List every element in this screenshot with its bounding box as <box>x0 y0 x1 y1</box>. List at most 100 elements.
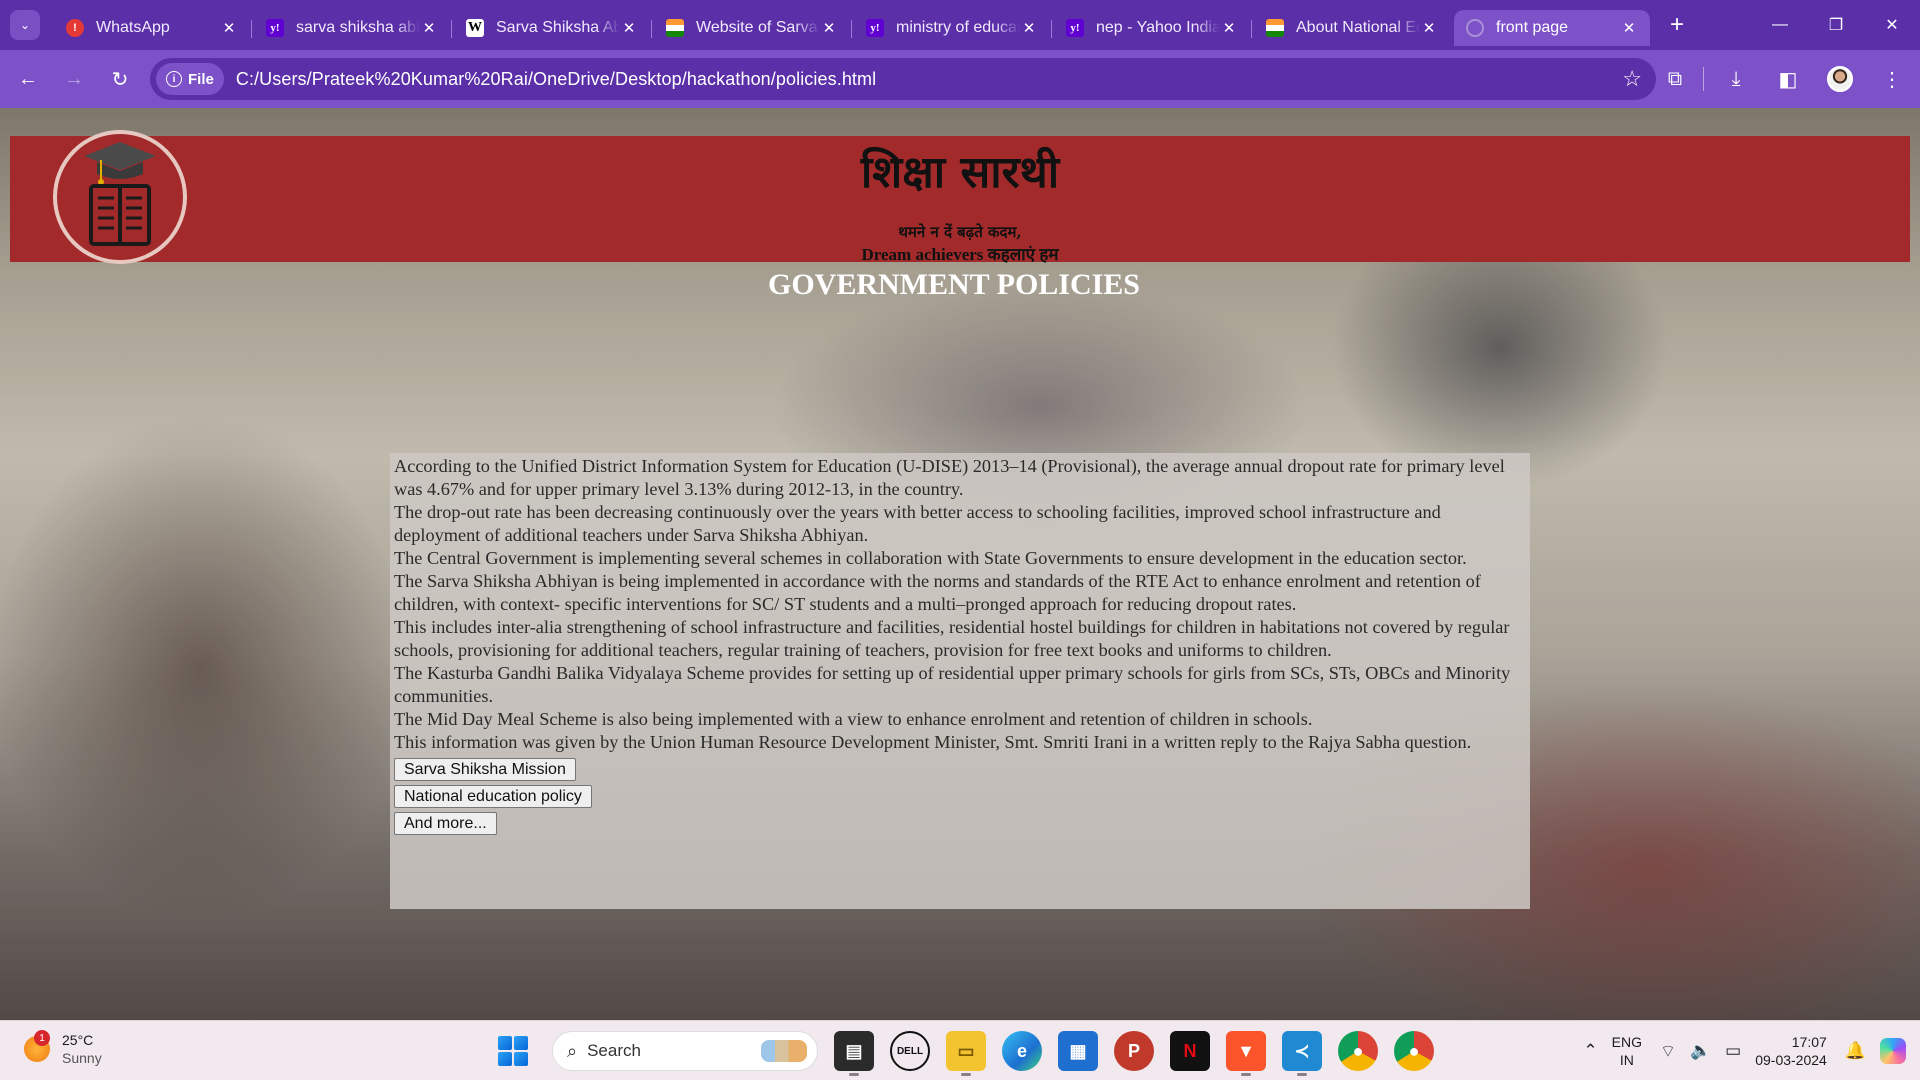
close-icon[interactable]: ✕ <box>820 19 838 37</box>
page-title: GOVERNMENT POLICIES <box>767 268 1140 301</box>
volume-icon[interactable]: 🔈 <box>1690 1041 1711 1061</box>
notification-bell-icon[interactable]: 🔔 <box>1845 1041 1866 1061</box>
close-icon[interactable]: ✕ <box>1620 19 1638 37</box>
netflix-icon[interactable]: N <box>1170 1031 1210 1071</box>
site-info-chip[interactable]: i File <box>156 63 224 95</box>
tab-whatsapp[interactable]: ! WhatsApp ✕ <box>54 10 250 46</box>
tab-title: Website of Sarva Shiksha <box>696 19 820 36</box>
tab-bar: ⌄ ! WhatsApp ✕ y! sarva shiksha abhiyan … <box>0 0 1920 50</box>
tab-title: ministry of education - Yahoo <box>896 19 1020 36</box>
tab-about-national[interactable]: About National Education ✕ <box>1251 10 1450 46</box>
policy-paragraph: The Sarva Shiksha Abhiyan is being imple… <box>394 571 1481 614</box>
language-indicator[interactable]: ENG IN <box>1612 1033 1642 1069</box>
yahoo-icon: y! <box>866 19 884 37</box>
wifi-icon[interactable]: ⌔ <box>1660 1041 1676 1062</box>
windows-start-icon[interactable] <box>498 1036 528 1066</box>
menu-kebab-icon[interactable]: ⋮ <box>1872 59 1912 99</box>
toolbar-right: ⧉ ⤓ ◧ ⋮ <box>1643 59 1912 99</box>
back-icon[interactable]: ← <box>8 59 48 99</box>
battery-icon[interactable]: ▭ <box>1725 1041 1741 1061</box>
taskbar-search[interactable]: ⌕ Search <box>552 1031 818 1071</box>
search-highlight-icon <box>761 1040 807 1062</box>
forward-icon[interactable]: → <box>54 59 94 99</box>
weather-temp: 25°C <box>62 1032 94 1048</box>
tab-front-page[interactable]: front page ✕ <box>1454 10 1650 46</box>
chrome-icon[interactable]: ● <box>1338 1031 1378 1071</box>
system-tray: ⌃ ENG IN ⌔ 🔈 ▭ 17:07 09-03-2024 🔔 <box>1583 1021 1920 1080</box>
clock[interactable]: 17:07 09-03-2024 <box>1755 1033 1827 1069</box>
policies-content-box: According to the Unified District Inform… <box>390 453 1530 909</box>
windows-taskbar: 1 25°C Sunny ⌕ Search ▤ DELL ▭ e ▦ P N ▼… <box>0 1020 1920 1080</box>
url-text[interactable]: C:/Users/Prateek%20Kumar%20Rai/OneDrive/… <box>236 69 876 90</box>
policy-paragraph: This information was given by the Union … <box>394 732 1472 752</box>
search-placeholder: Search <box>587 1041 641 1060</box>
file-explorer-icon[interactable]: ▭ <box>946 1031 986 1076</box>
extensions-icon[interactable]: ⧉ <box>1655 59 1695 99</box>
window-controls: — ❐ ✕ <box>1752 0 1920 50</box>
tab-title: nep - Yahoo India Search <box>1096 19 1220 36</box>
copilot-icon[interactable] <box>1880 1038 1906 1064</box>
task-view-icon[interactable]: ▤ <box>834 1031 874 1076</box>
tab-title: Sarva Shiksha Abhiyan - Wikipedia <box>496 19 620 36</box>
policy-paragraph: According to the Unified District Inform… <box>394 456 1505 499</box>
powerpoint-icon[interactable]: P <box>1114 1031 1154 1071</box>
address-bar[interactable]: i File C:/Users/Prateek%20Kumar%20Rai/On… <box>150 58 1656 100</box>
tab-title: About National Education <box>1296 19 1420 36</box>
tab-search-button[interactable]: ⌄ <box>10 10 40 40</box>
close-icon[interactable]: ✕ <box>1220 19 1238 37</box>
clock-time: 17:07 <box>1791 1034 1827 1050</box>
wikipedia-icon: W <box>466 19 484 37</box>
tab-title: sarva shiksha abhiyan - Yahoo <box>296 19 420 36</box>
close-icon[interactable]: ✕ <box>420 19 438 37</box>
notification-badge: 1 <box>34 1030 50 1046</box>
yahoo-icon: y! <box>266 19 284 37</box>
weather-text: 25°C Sunny <box>62 1031 102 1067</box>
close-icon[interactable]: ✕ <box>1020 19 1038 37</box>
download-icon[interactable]: ⤓ <box>1716 59 1756 99</box>
tagline-line1: थमने न दें बढ़ते कदम, <box>898 223 1022 241</box>
policy-paragraph: The drop-out rate has been decreasing co… <box>394 502 1441 545</box>
edge-icon[interactable]: e <box>1002 1031 1042 1071</box>
policy-paragraph: The Mid Day Meal Scheme is also being im… <box>394 709 1313 729</box>
side-panel-icon[interactable]: ◧ <box>1768 59 1808 99</box>
profile-avatar[interactable] <box>1820 59 1860 99</box>
search-icon: ⌕ <box>567 1040 578 1061</box>
clock-date: 09-03-2024 <box>1755 1052 1827 1068</box>
tagline-line2: Dream achievers कहलाएं हम <box>861 245 1059 264</box>
info-icon: i <box>166 71 182 87</box>
tab-website-sarva[interactable]: Website of Sarva Shiksha ✕ <box>651 10 850 46</box>
yahoo-icon: y! <box>1066 19 1084 37</box>
weather-widget[interactable]: 1 25°C Sunny <box>24 1030 102 1067</box>
brave-icon[interactable]: ▼ <box>1226 1031 1266 1076</box>
dell-icon[interactable]: DELL <box>890 1031 930 1071</box>
reload-icon[interactable]: ↻ <box>100 59 140 99</box>
taskbar-apps: ⌕ Search ▤ DELL ▭ e ▦ P N ▼ ≺ ● ● <box>498 1031 1434 1076</box>
restore-icon[interactable]: ❐ <box>1808 0 1864 50</box>
policy-paragraph: The Central Government is implementing s… <box>394 548 1467 568</box>
close-icon[interactable]: ✕ <box>1420 19 1438 37</box>
microsoft-store-icon[interactable]: ▦ <box>1058 1031 1098 1071</box>
vscode-icon[interactable]: ≺ <box>1282 1031 1322 1076</box>
tab-yahoo-nep[interactable]: y! nep - Yahoo India Search ✕ <box>1051 10 1250 46</box>
site-title: शिक्षा सारथी <box>860 147 1060 198</box>
close-icon[interactable]: ✕ <box>620 19 638 37</box>
chevron-up-icon[interactable]: ⌃ <box>1583 1041 1597 1061</box>
sarva-shiksha-mission-button[interactable]: Sarva Shiksha Mission <box>394 758 576 781</box>
policy-paragraph: This includes inter-alia strengthening o… <box>394 617 1510 660</box>
tab-wikipedia[interactable]: W Sarva Shiksha Abhiyan - Wikipedia ✕ <box>451 10 650 46</box>
tab-title: front page <box>1496 19 1569 36</box>
close-window-icon[interactable]: ✕ <box>1864 0 1920 50</box>
close-icon[interactable]: ✕ <box>220 19 238 37</box>
tab-title: WhatsApp <box>96 19 170 36</box>
and-more-button[interactable]: And more... <box>394 812 497 835</box>
scheme-label: File <box>188 70 214 88</box>
bookmark-star-icon[interactable]: ☆ <box>1622 66 1642 92</box>
tab-yahoo-sarva[interactable]: y! sarva shiksha abhiyan - Yahoo ✕ <box>251 10 450 46</box>
minimize-icon[interactable]: — <box>1752 0 1808 50</box>
new-tab-button[interactable]: + <box>1662 10 1692 40</box>
chrome-profile-icon[interactable]: ● <box>1394 1031 1434 1071</box>
national-education-policy-button[interactable]: National education policy <box>394 785 592 808</box>
tab-yahoo-ministry[interactable]: y! ministry of education - Yahoo ✕ <box>851 10 1050 46</box>
india-flag-icon <box>666 19 684 37</box>
whatsapp-icon: ! <box>66 19 84 37</box>
